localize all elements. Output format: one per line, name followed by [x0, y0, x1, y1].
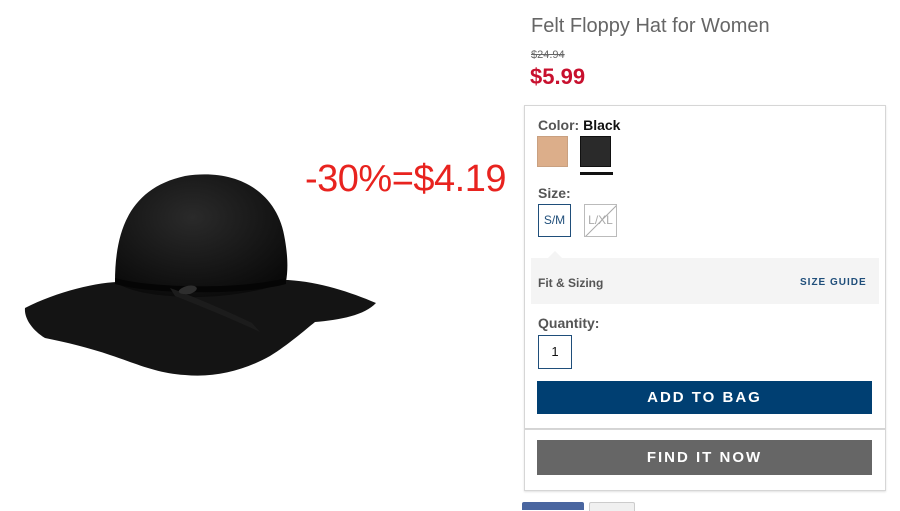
selected-color: Black [583, 117, 621, 133]
find-panel: FIND IT NOW [524, 429, 886, 491]
find-it-now-button[interactable]: FIND IT NOW [537, 440, 872, 475]
color-label: Color: Black [538, 117, 620, 133]
size-sm-button[interactable]: S/M [538, 204, 571, 237]
facebook-like-button[interactable] [522, 502, 584, 510]
size-lxl-button[interactable]: L/XL [584, 204, 617, 237]
swatch-black[interactable] [580, 136, 611, 167]
color-label-text: Color: [538, 117, 580, 133]
quantity-label: Quantity: [538, 315, 600, 331]
selected-swatch-indicator [580, 172, 613, 175]
options-panel: Color: Black Size: S/M L/XL Fit & Sizing… [524, 105, 886, 429]
quantity-input[interactable]: 1 [538, 335, 572, 369]
fit-arrow [548, 251, 562, 258]
sale-price: $5.99 [530, 64, 586, 89]
swatch-tan[interactable] [537, 136, 568, 167]
size-guide-link[interactable]: SIZE GUIDE [800, 277, 867, 288]
add-to-bag-button[interactable]: ADD TO BAG [537, 381, 872, 414]
fit-sizing-label: Fit & Sizing [538, 276, 604, 290]
product-title: Felt Floppy Hat for Women [531, 15, 770, 37]
product-image [24, 174, 377, 376]
original-price: $24.94 [531, 49, 565, 61]
discount-annotation: -30%=$4.19 [305, 158, 507, 200]
size-label: Size: [538, 185, 571, 201]
